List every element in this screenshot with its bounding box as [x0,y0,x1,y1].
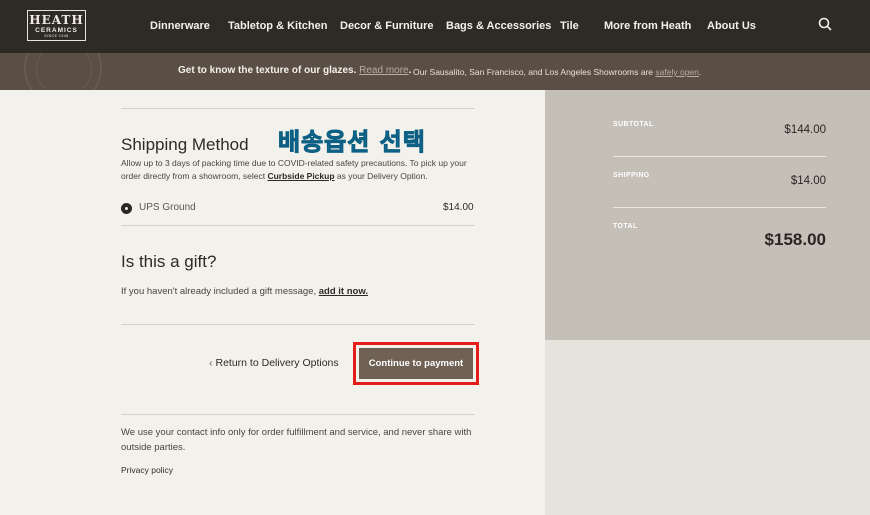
promo-banner: Get to know the texture of our glazes. R… [0,53,870,90]
seal-watermark-icon [24,53,102,90]
summary-divider [613,156,826,157]
nav-about-us[interactable]: About Us [707,20,756,32]
continue-to-payment-button[interactable]: Continue to payment [359,348,473,379]
nav-tabletop-kitchen[interactable]: Tabletop & Kitchen [228,20,327,32]
subtotal-value: $144.00 [784,124,826,136]
shipping-value: $14.00 [790,175,826,187]
return-to-delivery-link[interactable]: ‹ Return to Delivery Options [209,357,339,369]
nav-decor-furniture[interactable]: Decor & Furniture [340,20,434,32]
add-gift-message-link[interactable]: add it now. [319,286,368,297]
shipping-option-label[interactable]: UPS Ground [139,202,196,213]
divider [121,324,475,325]
radio-selected-icon[interactable] [121,203,132,214]
privacy-note: We use your contact info only for order … [121,427,472,453]
divider [121,225,475,226]
summary-divider [613,207,826,208]
nav-tile[interactable]: Tile [560,20,579,32]
chevron-left-icon: ‹ [209,357,213,369]
shipping-method-title: Shipping Method [121,135,249,154]
top-navigation: HEATH CERAMICS SINCE 1948 Dinnerware Tab… [0,0,870,53]
annotation-label: 배송옵션 선택 [278,128,426,157]
privacy-policy-link[interactable]: Privacy policy [121,465,173,475]
total-value: $158.00 [764,230,826,249]
summary-background [545,340,870,515]
search-icon[interactable] [818,17,832,31]
shipping-option-price: $14.00 [443,202,474,213]
subtotal-label: SUBTOTAL [613,121,654,128]
curbside-pickup-link[interactable]: Curbside Pickup [267,171,334,181]
safely-open-link[interactable]: safely open [655,67,698,77]
total-label: TOTAL [613,223,638,230]
divider [121,108,475,109]
divider [121,414,475,415]
gift-message-text: If you haven't already included a gift m… [121,286,369,297]
promo-glazes: Get to know the texture of our glazes. R… [178,65,412,76]
promo-showrooms: Our Sausalito, San Francisco, and Los An… [413,67,702,77]
nav-more-from-heath[interactable]: More from Heath [604,20,691,32]
shipping-label: SHIPPING [613,172,650,179]
nav-bags-accessories[interactable]: Bags & Accessories [446,20,551,32]
gift-title: Is this a gift? [121,252,217,271]
shipping-note: Allow up to 3 days of packing time due t… [121,158,467,181]
read-more-link[interactable]: Read more [359,65,408,76]
heath-ceramics-logo[interactable]: HEATH CERAMICS SINCE 1948 [27,10,86,41]
nav-dinnerware[interactable]: Dinnerware [150,20,210,32]
